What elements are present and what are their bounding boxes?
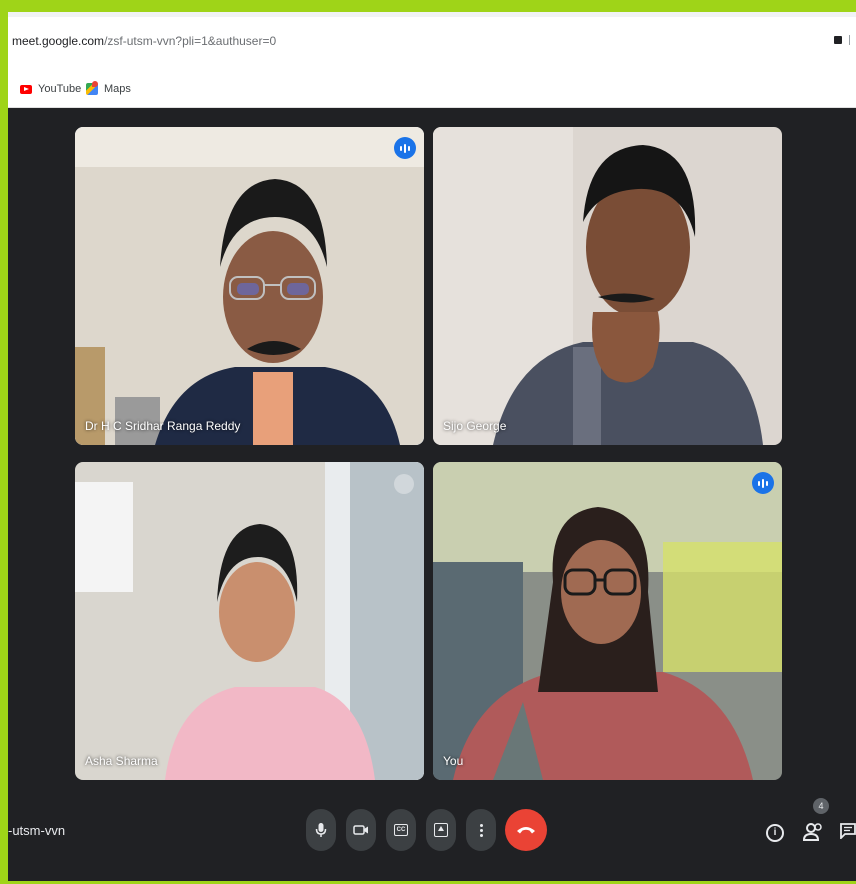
- meet-window: meet.google.com/zsf-utsm-vvn?pli=1&authu…: [8, 12, 856, 881]
- participant-name: Sijo George: [443, 419, 507, 433]
- more-options-button[interactable]: [466, 809, 496, 851]
- participant-tile[interactable]: Dr H C Sridhar Ranga Reddy: [75, 127, 424, 445]
- camera-button[interactable]: [346, 809, 376, 851]
- present-icon: [434, 823, 448, 837]
- participant-video: [433, 127, 782, 445]
- hang-up-icon: [517, 827, 535, 834]
- camera-in-use-icon[interactable]: [834, 36, 842, 44]
- participant-tile[interactable]: You: [433, 462, 782, 780]
- more-options-icon: [479, 823, 483, 837]
- info-icon[interactable]: i: [766, 824, 784, 842]
- youtube-icon: [20, 84, 32, 94]
- participant-video: [433, 462, 782, 780]
- mic-icon: [315, 823, 327, 837]
- speaking-indicator-icon: [394, 137, 416, 159]
- participant-tile[interactable]: Sijo George: [433, 127, 782, 445]
- people-button[interactable]: [802, 820, 825, 844]
- url-text[interactable]: meet.google.com/zsf-utsm-vvn?pli=1&authu…: [12, 34, 276, 48]
- address-bar[interactable]: meet.google.com/zsf-utsm-vvn?pli=1&authu…: [8, 17, 856, 75]
- maps-icon: [86, 81, 98, 95]
- bookmarks-bar: YouTube Maps: [8, 75, 856, 108]
- captions-icon: CC: [394, 824, 408, 836]
- chat-button[interactable]: [840, 823, 856, 841]
- participant-name: You: [443, 754, 464, 768]
- bookmark-youtube[interactable]: YouTube: [20, 83, 81, 95]
- hang-up-button[interactable]: [505, 809, 547, 851]
- chat-icon: [840, 823, 856, 841]
- present-button[interactable]: [426, 809, 456, 851]
- bookmark-label: YouTube: [38, 83, 82, 95]
- speaking-indicator-icon: [752, 472, 774, 494]
- camera-icon: [353, 825, 368, 835]
- url-path: /zsf-utsm-vvn?pli=1&authuser=0: [104, 34, 277, 48]
- microphone-button[interactable]: [306, 809, 336, 851]
- captions-button[interactable]: CC: [386, 809, 416, 851]
- bookmark-star-icon[interactable]: [849, 35, 856, 45]
- participant-video: [75, 127, 424, 445]
- participant-count-badge: 4: [813, 798, 829, 814]
- bookmark-maps[interactable]: Maps: [86, 81, 131, 95]
- participant-name: Asha Sharma: [85, 754, 158, 768]
- pin-icon[interactable]: [394, 474, 414, 494]
- participant-name: Dr H C Sridhar Ranga Reddy: [85, 419, 241, 433]
- bookmark-label: Maps: [104, 83, 131, 95]
- meeting-code: -utsm-vvn: [8, 823, 66, 838]
- participant-video: [75, 462, 424, 780]
- url-host: meet.google.com: [12, 34, 105, 48]
- people-icon: [802, 823, 822, 841]
- participant-tile[interactable]: Asha Sharma: [75, 462, 424, 780]
